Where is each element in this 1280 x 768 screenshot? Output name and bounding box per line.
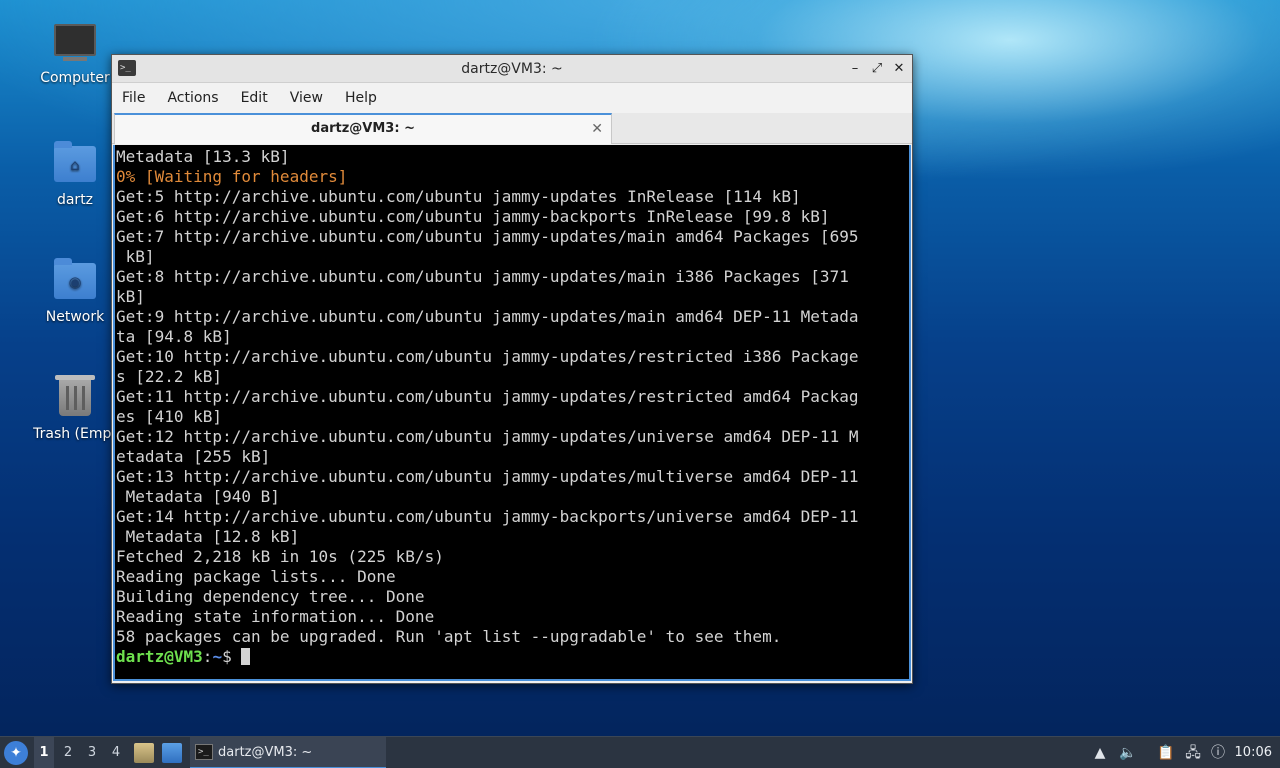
workspace-3[interactable]: 3 (82, 737, 102, 768)
terminal-line: Get:14 http://archive.ubuntu.com/ubuntu … (116, 507, 859, 526)
terminal-line: 0% [Waiting for headers] (116, 167, 348, 186)
file-manager-icon[interactable] (134, 743, 154, 763)
terminal-line: Building dependency tree... Done (116, 587, 425, 606)
terminal-line: Get:9 http://archive.ubuntu.com/ubuntu j… (116, 307, 859, 326)
menu-actions[interactable]: Actions (167, 90, 218, 106)
menu-help[interactable]: Help (345, 90, 377, 106)
workspace-2[interactable]: 2 (58, 737, 78, 768)
prompt-separator: : (202, 647, 213, 666)
terminal-window[interactable]: >_ dartz@VM3: ~ – ⤢ ✕ File Actions Edit … (111, 54, 913, 684)
terminal-line: kB] (116, 247, 155, 266)
network-icon[interactable]: 🖧 (1183, 743, 1203, 763)
terminal-line: Get:8 http://archive.ubuntu.com/ubuntu j… (116, 267, 849, 286)
network-folder-icon: ◉ (53, 258, 97, 303)
terminal-prompt-line: dartz@VM3:~$ (116, 647, 909, 667)
tab-close-icon[interactable]: ✕ (591, 120, 603, 138)
menu-bar: File Actions Edit View Help (112, 83, 912, 113)
terminal-line: Metadata [13.3 kB] (116, 147, 290, 166)
window-title: dartz@VM3: ~ (461, 61, 563, 77)
clipboard-icon[interactable]: 📋 (1156, 743, 1176, 763)
terminal-line: Metadata [940 B] (116, 487, 280, 506)
minimize-button[interactable]: – (848, 62, 862, 76)
tab-label: dartz@VM3: ~ (311, 121, 415, 136)
taskbar: ✦ 1 2 3 4 >_ dartz@VM3: ~ ▲ 🔈 📋 🖧 ⓘ 10:0… (0, 736, 1280, 768)
terminal-cursor (241, 648, 251, 665)
terminal-line: Reading state information... Done (116, 607, 435, 626)
prompt-path: ~ (212, 647, 223, 666)
terminal-line: Get:10 http://archive.ubuntu.com/ubuntu … (116, 347, 859, 366)
close-button[interactable]: ✕ (892, 62, 906, 76)
computer-icon (53, 24, 97, 64)
terminal-line: Fetched 2,218 kB in 10s (225 kB/s) (116, 547, 444, 566)
workspace-1[interactable]: 1 (34, 737, 54, 768)
terminal-line: es [410 kB] (116, 407, 223, 426)
home-folder-icon: ⌂ (53, 141, 97, 186)
terminal-line: kB] (116, 287, 145, 306)
menu-edit[interactable]: Edit (241, 90, 268, 106)
maximize-button[interactable]: ⤢ (870, 62, 884, 76)
terminal-line: Get:13 http://archive.ubuntu.com/ubuntu … (116, 467, 859, 486)
terminal-line: Get:5 http://archive.ubuntu.com/ubuntu j… (116, 187, 801, 206)
terminal-line: etadata [255 kB] (116, 447, 271, 466)
volume-icon[interactable]: 🔈 (1118, 743, 1138, 763)
trash-icon (53, 375, 97, 420)
terminal-line: s [22.2 kB] (116, 367, 223, 386)
terminal-line: Reading package lists... Done (116, 567, 396, 586)
window-titlebar[interactable]: >_ dartz@VM3: ~ – ⤢ ✕ (112, 55, 912, 83)
terminal-task-icon: >_ (195, 744, 213, 760)
tab-terminal[interactable]: dartz@VM3: ~ ✕ (114, 113, 612, 144)
prompt-symbol: $ (222, 647, 242, 666)
start-menu-icon[interactable]: ✦ (4, 741, 28, 765)
show-desktop-icon[interactable] (162, 743, 182, 763)
terminal-line: Get:6 http://archive.ubuntu.com/ubuntu j… (116, 207, 830, 226)
terminal-line: 58 packages can be upgraded. Run 'apt li… (116, 627, 782, 646)
clock[interactable]: 10:06 (1235, 737, 1272, 768)
terminal-line: Get:12 http://archive.ubuntu.com/ubuntu … (116, 427, 859, 446)
prompt-user: dartz@VM3 (116, 647, 203, 666)
tray-up-arrow-icon[interactable]: ▲ (1090, 743, 1110, 763)
workspace-4[interactable]: 4 (106, 737, 126, 768)
menu-file[interactable]: File (122, 90, 145, 106)
tab-bar: dartz@VM3: ~ ✕ (112, 113, 912, 144)
task-label: dartz@VM3: ~ (218, 745, 313, 760)
terminal-line: Metadata [12.8 kB] (116, 527, 300, 546)
update-notifier-icon[interactable]: ⓘ (1208, 743, 1228, 763)
task-terminal[interactable]: >_ dartz@VM3: ~ (190, 737, 386, 768)
menu-view[interactable]: View (290, 90, 323, 106)
terminal-line: Get:11 http://archive.ubuntu.com/ubuntu … (116, 387, 859, 406)
terminal-output[interactable]: Metadata [13.3 kB] 0% [Waiting for header… (113, 145, 911, 681)
terminal-line: Get:7 http://archive.ubuntu.com/ubuntu j… (116, 227, 859, 246)
terminal-line: ta [94.8 kB] (116, 327, 232, 346)
